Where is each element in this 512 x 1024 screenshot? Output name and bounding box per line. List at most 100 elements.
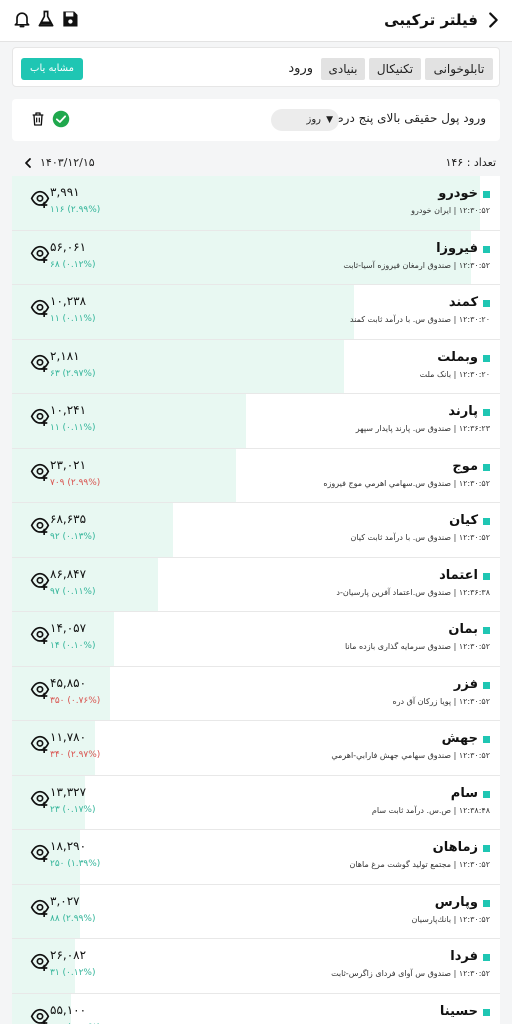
symbol-marker xyxy=(483,627,490,634)
symbol-marker xyxy=(483,790,490,798)
chevron-right-icon[interactable] xyxy=(482,9,504,31)
symbol-marker xyxy=(483,245,490,253)
price-change: ۳۵۰ (۰.۷۶%) xyxy=(50,695,101,706)
price-value: ۱۴,۰۵۷ xyxy=(50,621,87,635)
symbol-name: موج xyxy=(452,458,478,474)
symbol-description: ۱۲:۳۰:۲۰ | بانک ملت xyxy=(419,369,490,379)
list-item[interactable]: جهش ۱۲:۳۰:۵۲ | صندوق سهامي جهش فارابي-اهر… xyxy=(12,721,500,776)
tab-fundamental[interactable]: بنیادی xyxy=(321,58,365,80)
symbol-name: پارند xyxy=(448,404,478,419)
tab-tablokhani[interactable]: تابلوخوانی xyxy=(425,58,493,80)
price-value: ۸۶,۸۴۷ xyxy=(50,566,87,581)
price-value: ۱۸,۲۹۰ xyxy=(50,839,87,853)
watch-add-icon[interactable] xyxy=(30,517,50,536)
symbol-marker xyxy=(483,518,490,525)
symbol-description: ۱۲:۳۰:۵۲ | صندوق س آوای فردای زاگرس-ثابت xyxy=(331,969,490,978)
watch-add-icon[interactable] xyxy=(30,354,50,372)
list-item[interactable]: وپارس ۱۲:۳۰:۵۲ | بانك‌پارسيان ۳,۰۲۷ ۸۸ (۲.۹… xyxy=(12,884,500,939)
save-icon[interactable] xyxy=(60,9,80,29)
watch-add-icon[interactable] xyxy=(30,408,50,427)
tab-technical[interactable]: تکنیکال xyxy=(369,58,421,80)
check-circle-icon[interactable] xyxy=(52,110,70,128)
list-item[interactable]: حسینا۱۲:۳۰:۲۰ | توسعه خدمات دریایی وبندر… xyxy=(12,993,500,1024)
price-change: ۱۴ (۰.۱۰%) xyxy=(50,641,96,651)
bell-icon[interactable] xyxy=(12,9,32,29)
list-item[interactable]: کیان ۱۲:۳۰:۵۲ | صندوق س. با درآمد ثابت کی… xyxy=(12,503,500,558)
date-label: ۱۴۰۳/۱۲/۱۵ xyxy=(40,156,95,169)
watch-add-icon[interactable] xyxy=(30,899,50,917)
active-filter: ورود پول حقیقی بالای پنج درصد ▼ روز xyxy=(12,99,500,141)
watch-add-icon[interactable] xyxy=(30,626,50,645)
symbol-description: ۱۲:۳۶:۳۸ | صندوق س.اعتماد آفرين پارسيان-… xyxy=(336,587,490,597)
period-select[interactable]: ▼ روز xyxy=(271,109,339,131)
symbol-marker xyxy=(483,681,490,689)
symbol-description: ۱۲:۳۶:۲۳ | صندوق س. پارند پایدار سپهر xyxy=(355,424,490,433)
category-tabs: تابلوخوانی تکنیکال بنیادی ورود مشابه یاب xyxy=(12,47,500,87)
price-change: ۱۱ (۰.۱۱%) xyxy=(50,423,96,433)
symbol-marker xyxy=(483,954,490,961)
symbol-description: ۱۲:۳۰:۵۲ | صندوق ارمغان فیروزه آسیا-ثابت xyxy=(343,260,490,270)
price-change: ۹۷ (۰.۱۱%) xyxy=(50,586,96,597)
symbol-marker xyxy=(483,845,490,852)
symbol-marker xyxy=(483,572,490,580)
list-item[interactable]: سام ۱۲:۳۸:۴۸ | ص.س. درآمد ثابت سام ۱۳,۳۲۷ ۲… xyxy=(12,775,500,830)
watch-add-icon[interactable] xyxy=(30,190,50,209)
watch-add-icon[interactable] xyxy=(30,953,50,972)
symbol-marker xyxy=(483,354,490,362)
period-select-value: روز xyxy=(306,114,322,125)
price-value: ۱۰,۲۳۸ xyxy=(50,294,87,308)
symbol-name: خودرو xyxy=(438,186,478,201)
price-change: ۳۱ (۰.۱۲%) xyxy=(50,968,96,978)
similar-finder-button[interactable]: مشابه یاب xyxy=(21,58,83,80)
watch-add-icon[interactable] xyxy=(30,1008,50,1024)
chevron-left-icon[interactable] xyxy=(22,157,34,169)
symbol-name: سام xyxy=(450,785,478,801)
list-item[interactable]: وبملت ۱۲:۳۰:۲۰ | بانک ملت ۲,۱۸۱ ۶۳ (۲.۹۷%) xyxy=(12,339,500,394)
watch-add-icon[interactable] xyxy=(30,463,50,481)
list-item[interactable]: بمان ۱۲:۳۰:۵۲ | صندوق سرمایه گذاری بازده … xyxy=(12,612,500,667)
price-value: ۴۵,۸۵۰ xyxy=(50,675,87,690)
symbol-description: ۱۲:۳۰:۵۲ | پويا زركان آق دره xyxy=(392,696,491,706)
filter-description: ورود پول حقیقی بالای پنج درصد xyxy=(327,111,486,125)
watch-add-icon[interactable] xyxy=(30,735,50,754)
list-item[interactable]: فزر ۱۲:۳۰:۵۲ | پويا زركان آق دره ۴۵,۸۵۰ ۳۵۰… xyxy=(12,666,500,721)
symbol-marker xyxy=(483,463,490,471)
stock-list: خودرو ۱۲:۳۰:۵۲ | ایران خودرو ۳,۹۹۱ ۱۱۶ (۲.۹… xyxy=(12,176,500,1024)
list-item[interactable]: پارند ۱۲:۳۶:۲۳ | صندوق س. پارند پایدار سپ… xyxy=(12,394,500,449)
symbol-description: ۱۲:۳۰:۵۲ | صندوق سهامي جهش فارابي-اهرمي xyxy=(331,751,490,760)
price-value: ۱۰,۲۴۱ xyxy=(50,403,87,417)
price-value: ۵۶,۰۶۱ xyxy=(50,239,87,254)
watch-add-icon[interactable] xyxy=(30,572,50,590)
symbol-description: ۱۲:۳۰:۲۰ | صندوق س. با درآمد ثابت کمند xyxy=(349,315,490,324)
price-value: ۲,۱۸۱ xyxy=(50,348,80,363)
symbol-description: ۱۲:۳۸:۴۸ | ص.س. درآمد ثابت سام xyxy=(371,805,490,815)
page-title: فیلتر ترکیبی xyxy=(384,11,478,29)
price-value: ۱۱,۷۸۰ xyxy=(50,730,87,744)
watch-add-icon[interactable] xyxy=(30,299,50,318)
flask-icon[interactable] xyxy=(36,9,56,29)
list-item[interactable]: فیروزا ۱۲:۳۰:۵۲ | صندوق ارمغان فیروزه آسی… xyxy=(12,230,500,285)
symbol-name: فزر xyxy=(453,676,478,692)
price-change: ۲۵۰ (۱.۳۹%) xyxy=(50,859,101,869)
watch-add-icon[interactable] xyxy=(30,681,50,699)
symbol-description: ۱۲:۳۰:۵۲ | مجتمع تولید گوشت مرغ ماهان xyxy=(349,860,490,869)
list-item[interactable]: اعتماد ۱۲:۳۶:۳۸ | صندوق س.اعتماد آفرين پا… xyxy=(12,557,500,612)
watch-add-icon[interactable] xyxy=(30,245,50,263)
trash-icon[interactable] xyxy=(30,110,46,128)
list-item[interactable]: کمند ۱۲:۳۰:۲۰ | صندوق س. با درآمد ثابت کم… xyxy=(12,285,500,340)
symbol-marker xyxy=(483,736,490,743)
symbol-name: جهش xyxy=(441,731,478,746)
price-value: ۳,۰۲۷ xyxy=(50,893,80,908)
list-item[interactable]: موج ۱۲:۳۰:۵۲ | صندوق س.سهامي اهرمي موج في… xyxy=(12,448,500,503)
watch-add-icon[interactable] xyxy=(30,790,50,808)
list-item[interactable]: زماهان ۱۲:۳۰:۵۲ | مجتمع تولید گوشت مرغ ما… xyxy=(12,830,500,885)
symbol-description: ۱۲:۳۰:۵۲ | ایران خودرو xyxy=(411,206,490,215)
watch-add-icon[interactable] xyxy=(30,844,50,863)
price-change: ۶۸ (۰.۱۲%) xyxy=(50,259,96,270)
volume-bar xyxy=(12,176,481,230)
price-value: ۵۵,۱۰۰ xyxy=(50,1002,87,1017)
list-item[interactable]: فردا ۱۲:۳۰:۵۲ | صندوق س آوای فردای زاگرس-… xyxy=(12,939,500,994)
tab-entry[interactable]: ورود xyxy=(288,58,313,80)
symbol-name: وپارس xyxy=(434,894,478,910)
list-item[interactable]: خودرو ۱۲:۳۰:۵۲ | ایران خودرو ۳,۹۹۱ ۱۱۶ (۲.۹… xyxy=(12,176,500,231)
